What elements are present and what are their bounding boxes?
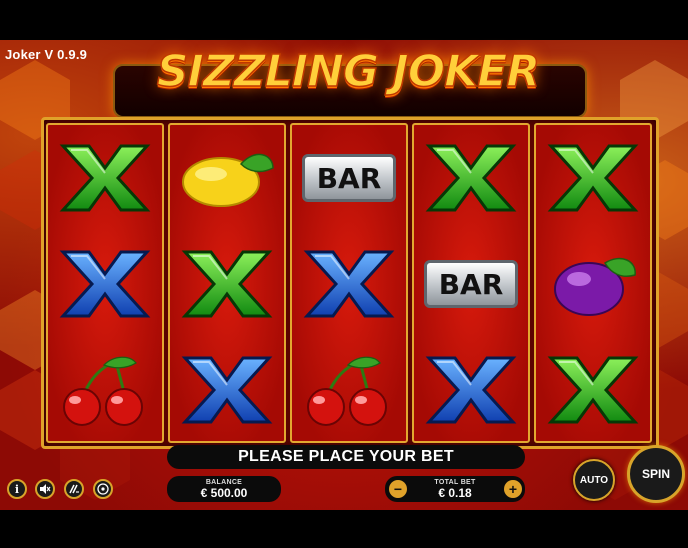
balance-display: BALANCE € 500.00 <box>167 476 281 502</box>
symbol-green-x <box>414 125 528 231</box>
symbol-bar: BAR <box>292 125 406 231</box>
bet-decrease-button[interactable]: − <box>389 480 407 498</box>
bar-symbol-label: BAR <box>424 260 518 308</box>
status-message: PLEASE PLACE YOUR BET <box>167 445 525 469</box>
reel-5 <box>534 123 652 443</box>
symbol-blue-x <box>414 337 528 443</box>
reel-grid: BAR BAR <box>41 117 659 449</box>
symbol-green-x <box>48 125 162 231</box>
symbol-cherries <box>48 337 162 443</box>
symbol-blue-x <box>48 231 162 337</box>
game-scene: Joker V 0.9.9 SIZZLING JOKER BAR BAR PLEA… <box>0 0 688 548</box>
reel-3: BAR <box>290 123 408 443</box>
top-bar <box>0 0 688 40</box>
symbol-green-x <box>536 337 650 443</box>
spin-button[interactable]: SPIN <box>627 445 685 503</box>
sound-off-icon[interactable] <box>35 479 55 499</box>
balance-label: BALANCE <box>205 479 243 486</box>
game-logo: SIZZLING JOKER <box>156 45 541 98</box>
symbol-bar: BAR <box>414 231 528 337</box>
symbol-lemon <box>170 125 284 231</box>
bet-increase-button[interactable]: + <box>504 480 522 498</box>
bar-symbol-label: BAR <box>302 154 396 202</box>
bottom-bar <box>0 510 688 548</box>
symbol-cherries <box>292 337 406 443</box>
quick-spin-icon[interactable] <box>64 479 84 499</box>
symbol-blue-x <box>170 337 284 443</box>
symbol-plum <box>536 231 650 337</box>
paytable-icon[interactable] <box>93 479 113 499</box>
reel-4: BAR <box>412 123 530 443</box>
balance-value: € 500.00 <box>200 486 248 500</box>
symbol-green-x <box>536 125 650 231</box>
reel-2 <box>168 123 286 443</box>
reel-1 <box>46 123 164 443</box>
symbol-blue-x <box>292 231 406 337</box>
version-label: Joker V 0.9.9 <box>5 47 88 62</box>
symbol-green-x <box>170 231 284 337</box>
info-icon[interactable]: i <box>7 479 27 499</box>
auto-button[interactable]: AUTO <box>573 459 615 501</box>
